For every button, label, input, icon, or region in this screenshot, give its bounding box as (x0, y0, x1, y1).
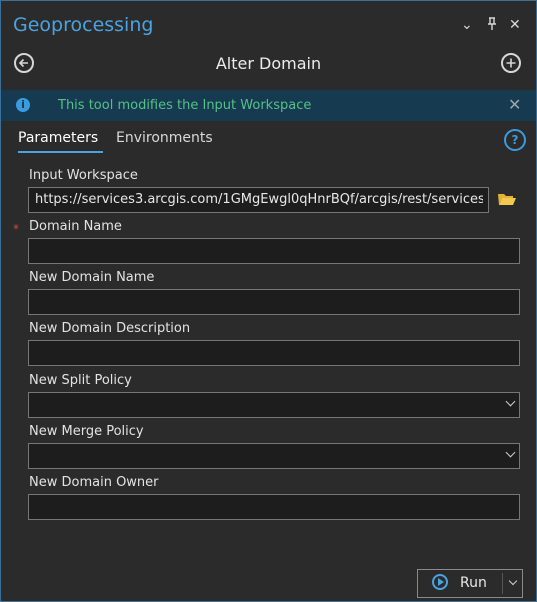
info-close-button[interactable]: ✕ (508, 95, 521, 114)
info-banner: i This tool modifies the Input Workspace… (1, 90, 536, 121)
new-merge-policy-select[interactable] (28, 443, 520, 469)
new-domain-owner-field[interactable] (28, 494, 520, 520)
plus-circle-icon[interactable] (501, 53, 521, 73)
pane-menu-button[interactable]: ⌄ (461, 17, 473, 33)
domain-name-label: Domain Name (29, 219, 122, 234)
info-icon: i (16, 98, 30, 112)
chevron-down-icon[interactable] (505, 447, 516, 458)
input-workspace-field[interactable]: https://services3.arcgis.com/1GMgEwgl0qH… (28, 187, 489, 213)
new-split-policy-select[interactable] (28, 392, 520, 418)
pane-title: Geoprocessing (13, 14, 154, 36)
chevron-down-icon[interactable] (508, 576, 518, 586)
new-domain-description-field[interactable] (28, 340, 520, 366)
run-label: Run (460, 575, 487, 591)
pane-titlebar: Geoprocessing ⌄ ✕ (1, 1, 536, 37)
new-domain-name-label: New Domain Name (29, 270, 155, 285)
new-domain-name-field[interactable] (28, 289, 520, 315)
tab-parameters[interactable]: Parameters (18, 130, 98, 146)
pin-icon[interactable] (486, 17, 498, 35)
new-domain-owner-label: New Domain Owner (29, 475, 159, 490)
input-workspace-label: Input Workspace (29, 168, 138, 183)
tool-title: Alter Domain (215, 54, 322, 73)
chevron-down-icon[interactable] (505, 396, 516, 407)
play-icon (432, 574, 448, 590)
pane-close-button[interactable]: ✕ (509, 17, 521, 33)
folder-open-icon[interactable] (497, 191, 517, 211)
active-tab-indicator (18, 151, 103, 153)
help-icon[interactable]: ? (504, 129, 526, 151)
info-message: This tool modifies the Input Workspace (58, 98, 312, 113)
run-button[interactable]: Run (417, 569, 523, 598)
run-split-divider (502, 573, 503, 594)
tab-environments[interactable]: Environments (116, 130, 213, 146)
domain-name-field[interactable] (28, 238, 520, 264)
geoprocessing-pane: Geoprocessing ⌄ ✕ Alter Domain i This to… (0, 0, 537, 602)
new-domain-description-label: New Domain Description (29, 321, 191, 336)
input-workspace-value: https://services3.arcgis.com/1GMgEwgl0qH… (35, 192, 483, 207)
required-marker: * (13, 222, 19, 236)
new-split-policy-label: New Split Policy (29, 373, 132, 388)
tool-header: Alter Domain (1, 45, 536, 79)
new-merge-policy-label: New Merge Policy (29, 424, 144, 439)
